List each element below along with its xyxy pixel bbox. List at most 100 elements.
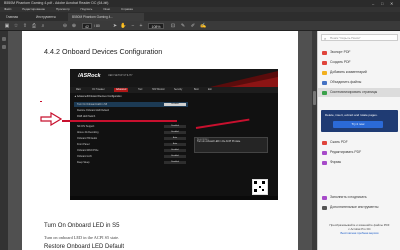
tool-export-pdf[interactable]: Экспорт PDF (318, 48, 400, 57)
bios-tab-security: Security (174, 89, 183, 91)
red-underline (62, 120, 177, 122)
tab-bar: Главная Инструменты B550M Phantom Gaming… (0, 12, 400, 21)
prev-page-icon[interactable]: ⊖ (62, 23, 68, 29)
menu-edit[interactable]: Редактирование (22, 7, 45, 11)
print-icon[interactable]: ⎙ (31, 23, 37, 29)
bios-row: Turn On Onboard LED in S5 Enabled (74, 102, 188, 107)
page-number-input[interactable]: 42 (82, 23, 92, 29)
maximize-button[interactable]: □ (381, 0, 383, 7)
tab-document[interactable]: B550M Phantom Gaming 4... (68, 13, 144, 21)
tab-tools[interactable]: Инструменты (32, 13, 72, 21)
bios-row: Above 4G Decoding Enabled (74, 130, 188, 135)
menu-view[interactable]: Просмотр (56, 7, 70, 11)
bios-tab-tool: Tool (138, 89, 143, 91)
tool-forms[interactable]: Формы (318, 158, 400, 167)
comment-icon (322, 70, 327, 75)
compress-pdf-icon (322, 140, 327, 145)
item-description: Turn on onboard LED in the ACPI S5 state… (44, 235, 120, 240)
document-viewport[interactable]: 4.4.2 Onboard Devices Configuration /ASR… (8, 31, 312, 250)
bios-tab-hw-monitor: H/W Monitor (152, 89, 165, 91)
pdf-page: 4.4.2 Onboard Devices Configuration /ASR… (22, 31, 298, 250)
tools-panel: ⌕ Поиск "Скрыть Поиск" Экспорт PDF Созда… (317, 31, 400, 250)
tooltip-text: Delete, insert, extract and rotate pages… (325, 113, 378, 117)
bios-description-box: Description Turn on onboard LED in the A… (194, 137, 268, 153)
toolbar: ▣ ☆ ⇧ ⎙ ⌕ ⊖ ⊕ 42 / 80 ➤ ✋ − + 108% ⊡ ✎ ✐… (0, 21, 400, 31)
red-arrow-icon (40, 112, 62, 126)
next-item-heading: Restore Onboard LED Default (44, 244, 125, 250)
tools-search-input[interactable]: ⌕ Поиск "Скрыть Поиск" (321, 34, 398, 41)
tools-search-placeholder: Поиск "Скрыть Поиск" (330, 36, 361, 40)
tool-combine-files[interactable]: Объединить файлы (318, 78, 400, 87)
bios-row: Onboard LAN Enabled (74, 154, 188, 159)
upload-icon[interactable]: ⇧ (22, 23, 28, 29)
draw-icon[interactable]: ✐ (190, 23, 196, 29)
section-heading: 4.4.2 Onboard Devices Configuration (44, 47, 163, 56)
next-page-icon[interactable]: ⊕ (71, 23, 77, 29)
phantom-gaming-graphic (210, 71, 278, 87)
bios-tab-exit: Exit (208, 89, 212, 91)
export-pdf-icon (322, 50, 327, 55)
bios-tab-bar: Main OC Tweaker Advanced Tool H/W Monito… (70, 87, 278, 93)
zoom-input[interactable]: 108% (148, 23, 164, 29)
fit-page-icon[interactable]: ⊡ (170, 23, 176, 29)
try-it-now-button[interactable]: Try it now (333, 121, 383, 128)
menu-file[interactable]: Файл (4, 7, 11, 11)
bios-footer (70, 196, 278, 200)
menu-sign[interactable]: Подпись (80, 7, 92, 11)
tool-add-comment[interactable]: Добавить комментарий (318, 68, 400, 77)
zoom-in-icon[interactable]: + (138, 23, 144, 29)
forms-icon (322, 160, 327, 165)
bookmarks-icon[interactable] (2, 45, 6, 49)
zoom-out-icon[interactable]: − (130, 23, 136, 29)
star-icon[interactable]: ☆ (13, 23, 19, 29)
scrollbar-thumb[interactable] (313, 91, 316, 105)
title-bar: B550M Phantom Gaming 4.pdf - Adobe Acrob… (0, 0, 400, 7)
bios-tab-oc-tweaker: OC Tweaker (92, 89, 105, 91)
tool-compress-pdf[interactable]: Сжать PDF (318, 138, 400, 147)
close-button[interactable]: ✕ (390, 0, 393, 7)
fill-sign-icon (322, 195, 327, 200)
bios-screenshot: /ASRock UEFI SETUP UTILITY Main OC Tweak… (70, 69, 278, 200)
save-icon[interactable]: ▣ (4, 23, 10, 29)
tooltip-popup: Delete, insert, extract and rotate pages… (321, 110, 398, 132)
tool-fill-sign[interactable]: Заполнить и подписать (318, 193, 400, 202)
bios-tab-boot: Boot (194, 89, 199, 91)
bios-row: Restore Onboard LED Default (77, 109, 109, 112)
item-heading: Turn On Onboard LED in S5 (44, 223, 120, 229)
page-total: / 80 (94, 24, 100, 28)
tool-edit-pdf[interactable]: Редактировать PDF (318, 148, 400, 157)
minimize-button[interactable]: – (372, 0, 374, 7)
tab-home[interactable]: Главная (2, 13, 36, 21)
organize-pages-icon (322, 90, 327, 95)
menu-help[interactable]: Справка (121, 7, 133, 11)
bios-row: Onboard WAN PCIe Enabled (74, 148, 188, 153)
cursor-icon[interactable]: ➤ (112, 23, 118, 29)
bios-row: SR-IOV Support Disabled (74, 124, 188, 129)
bios-row: Front Panel Auto (74, 142, 188, 147)
menu-window[interactable]: Окно (103, 7, 110, 11)
combine-files-icon (322, 80, 327, 85)
bios-subtitle: UEFI SETUP UTILITY (108, 74, 133, 77)
thumbnails-icon[interactable] (2, 37, 6, 41)
tool-more-tools[interactable]: Дополнительные инструменты (318, 203, 400, 212)
red-mark (40, 101, 42, 102)
search-icon[interactable]: ⌕ (40, 23, 46, 29)
hand-icon[interactable]: ✋ (120, 23, 126, 29)
promo-box: Преобразовывайте и изменяйте файлы PDF с… (321, 223, 398, 235)
bios-row: Onboard HD Audio Auto (74, 136, 188, 141)
bios-description-text: Turn on onboard LED in the ACPI S5 state… (197, 141, 241, 143)
bios-tab-advanced: Advanced (114, 88, 129, 92)
bios-breadcrumb: ◄ Advanced\Onboard Devices Configuration (74, 95, 122, 98)
sign-icon[interactable]: ✍ (200, 23, 206, 29)
comment-icon[interactable]: ✎ (180, 23, 186, 29)
tool-create-pdf[interactable]: Создать PDF (318, 58, 400, 67)
create-pdf-icon (322, 60, 327, 65)
bios-tab-main: Main (76, 89, 81, 91)
free-trial-link[interactable]: Бесплатная пробная версия (321, 231, 398, 235)
tool-organize-pages[interactable]: Систематизировать страницы (318, 88, 400, 97)
qr-code-icon (252, 179, 268, 195)
edit-pdf-icon (322, 150, 327, 155)
search-icon: ⌕ (324, 36, 327, 41)
bios-row: Deep Sleep Disabled (74, 160, 188, 165)
more-tools-icon (322, 205, 327, 210)
